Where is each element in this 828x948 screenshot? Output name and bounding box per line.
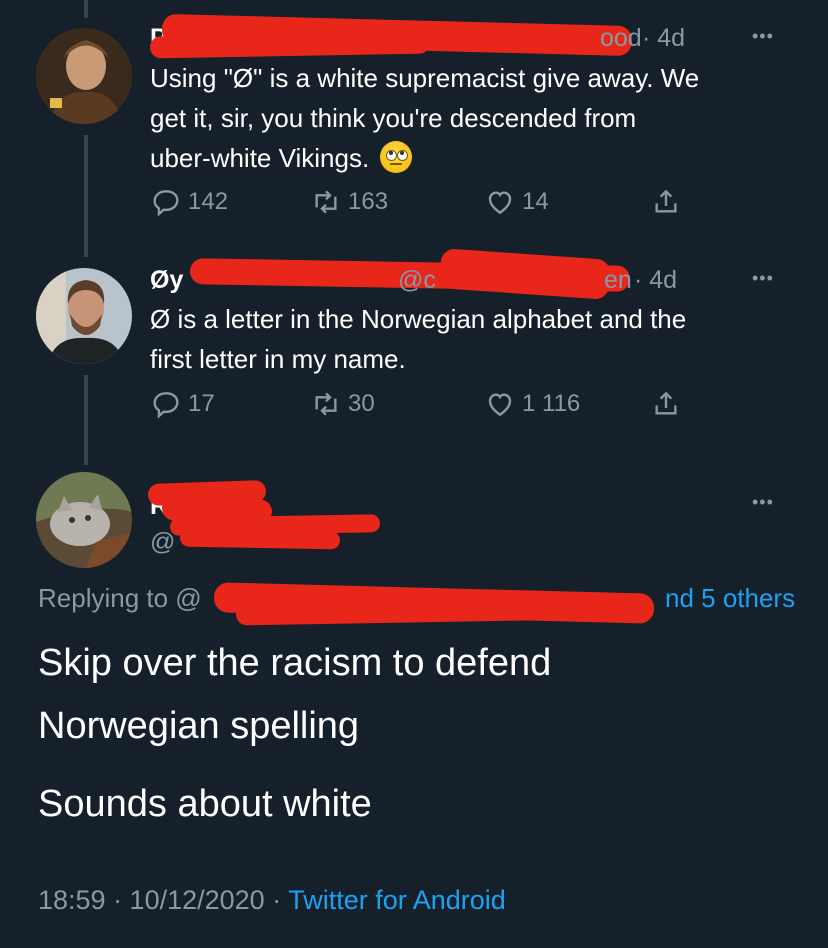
redaction (438, 248, 612, 300)
main-tweet-text: Skip over the racism to defend (38, 642, 552, 684)
reply-count: 17 (188, 390, 215, 417)
tweet-line: Using "Ø" is a white supremacist give aw… (150, 63, 700, 93)
more-icon[interactable]: ••• (752, 268, 774, 289)
reply-button[interactable]: 142 (150, 186, 228, 218)
more-icon[interactable]: ••• (752, 492, 774, 513)
tweet-line: get it, sir, you think you're descended … (150, 103, 637, 133)
handle-fragment: ood (600, 24, 642, 52)
timestamp[interactable]: · 4d (642, 24, 685, 53)
tweet-text: Using "Ø" is a white supremacist give aw… (150, 58, 699, 178)
retweet-icon (315, 392, 337, 416)
heart-icon (488, 191, 512, 215)
retweet-count: 163 (348, 188, 389, 215)
cat-avatar-image (36, 472, 132, 568)
main-tweet-text: Sounds about white (38, 783, 372, 825)
tweet-line: uber-white Vikings. (150, 138, 699, 178)
main-tweet-text: Norwegian spelling (38, 705, 360, 747)
like-button[interactable]: 1 116 (484, 388, 580, 420)
retweet-button[interactable]: 163 (310, 186, 388, 218)
replying-label: Replying to @ (38, 583, 202, 613)
retweet-button[interactable]: 30 (310, 388, 375, 420)
tweet-source-link[interactable]: Twitter for Android (288, 885, 506, 915)
reply-count: 142 (188, 188, 229, 215)
more-icon[interactable]: ••• (752, 26, 774, 47)
thread-line-2 (84, 375, 88, 465)
avatar[interactable] (36, 268, 132, 364)
tweet-line: first letter in my name. (150, 344, 406, 374)
author-name[interactable]: Øy (150, 266, 183, 295)
tweet-actions: 142 163 14 (150, 186, 710, 226)
redaction (149, 31, 431, 59)
tweet-line: Ø is a letter in the Norwegian alphabet … (150, 304, 687, 334)
share-icon (655, 391, 677, 415)
handle-fragment: en (604, 266, 632, 294)
tweet-text: Ø is a letter in the Norwegian alphabet … (150, 299, 686, 379)
tweet-meta: 18:59 · 10/12/2020 · Twitter for Android (38, 885, 506, 916)
man-avatar-image (36, 268, 132, 364)
tweet-actions: 17 30 1 116 (150, 388, 710, 428)
tweet-timestamp[interactable]: 18:59 · 10/12/2020 · (38, 885, 288, 915)
replying-to: Replying to @ nd 5 others (38, 583, 795, 614)
thread-line-1 (84, 135, 88, 257)
avatar[interactable] (36, 28, 132, 124)
thread-line-top (84, 0, 88, 18)
share-button[interactable] (650, 388, 688, 420)
retweet-icon (315, 190, 337, 214)
avatar[interactable] (36, 472, 132, 568)
rolling-eyes-emoji-icon (380, 141, 413, 174)
handle-fragment: @c (398, 266, 436, 294)
heart-icon (488, 393, 512, 417)
reply-icon (153, 190, 179, 217)
like-count: 14 (522, 188, 549, 215)
reply-button[interactable]: 17 (150, 388, 215, 420)
retweet-count: 30 (348, 390, 375, 417)
reply-icon (153, 392, 179, 419)
like-count: 1 116 (522, 390, 581, 417)
timestamp[interactable]: · 4d (634, 266, 677, 295)
redaction (179, 528, 341, 550)
tweet-line-text: uber-white Vikings. (150, 143, 370, 173)
share-button[interactable] (650, 186, 688, 218)
share-icon (655, 189, 677, 213)
like-button[interactable]: 14 (484, 186, 549, 218)
replying-others-link[interactable]: nd 5 others (665, 583, 795, 614)
portrait-avatar-image (36, 28, 132, 124)
